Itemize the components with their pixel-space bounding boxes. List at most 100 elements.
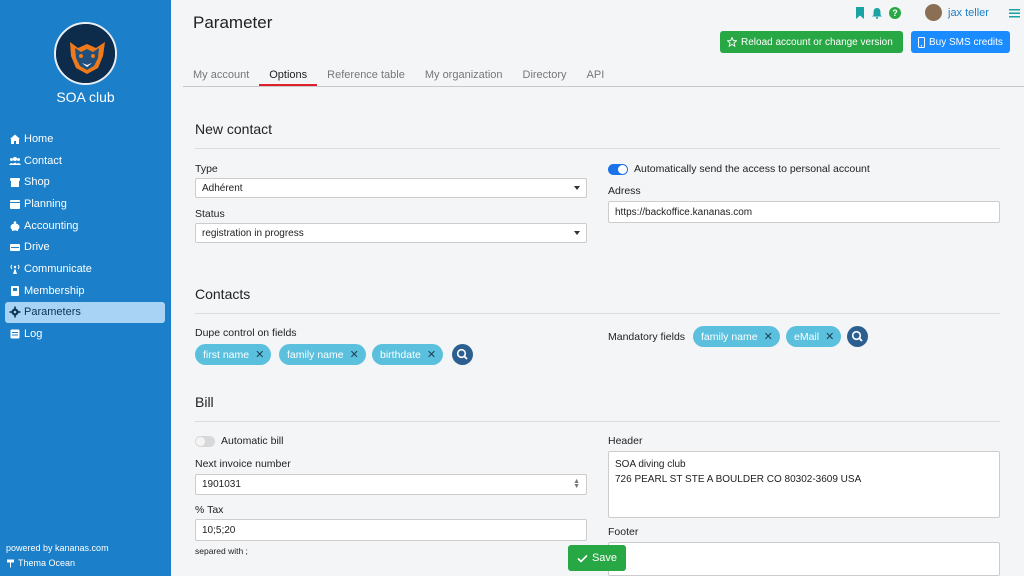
close-icon[interactable]: ✕ [255,348,264,361]
sidebar-item-contact[interactable]: Contact [5,150,165,172]
auto-send-label: Automatically send the access to persona… [634,163,870,175]
star-icon [727,37,737,47]
sidebar-item-label: Membership [24,284,85,297]
theme-selector[interactable]: Thema Ocean [6,558,75,568]
svg-text:?: ? [892,8,898,18]
status-select[interactable]: registration in progress [195,223,587,243]
sidebar-item-membership[interactable]: Membership [5,280,165,302]
mandatory-field-chip[interactable]: family name ✕ [693,326,780,347]
bell-icon[interactable] [871,7,883,19]
sidebar-item-label: Contact [24,154,62,167]
next-invoice-value: 1901031 [202,479,241,490]
dupe-search-button[interactable] [452,344,473,365]
page-title: Parameter [193,13,273,32]
avatar[interactable] [925,4,942,21]
divider [195,148,1000,149]
auto-send-toggle[interactable] [608,164,628,175]
sidebar-item-log[interactable]: Log [5,323,165,345]
sidebar-nav: Home Contact Shop Planning Accounting Dr… [5,128,165,345]
sidebar-item-label: Drive [24,241,50,254]
type-select-value: Adhérent [202,182,243,194]
type-select[interactable]: Adhérent [195,178,587,198]
broadcast-icon [10,264,20,274]
search-icon [851,330,863,342]
address-label: Adress [608,185,641,197]
tax-input-value: 10;5;20 [202,524,236,536]
help-icon[interactable]: ? [889,6,901,19]
user-name-link[interactable]: jax teller [948,7,989,19]
sidebar-item-label: Parameters [24,306,81,319]
tab-my-account[interactable]: My account [183,66,259,86]
header-line: SOA diving club [615,459,686,470]
paint-roller-icon [7,559,14,567]
close-icon[interactable]: ✕ [350,348,359,361]
close-icon[interactable]: ✕ [764,330,773,343]
footer-textarea[interactable] [608,542,1000,576]
next-invoice-input[interactable]: 1901031 ▲ ▼ [195,474,587,495]
close-icon[interactable]: ✕ [825,330,834,343]
chip-label: family name [701,330,758,343]
mandatory-field-chip[interactable]: eMail ✕ [786,326,842,347]
dupe-field-chip[interactable]: family name ✕ [279,344,366,365]
tab-directory[interactable]: Directory [513,66,577,86]
sidebar-item-label: Communicate [24,262,92,275]
close-icon[interactable]: ✕ [427,348,436,361]
sidebar-item-communicate[interactable]: Communicate [5,258,165,280]
save-button[interactable]: Save [568,545,626,571]
tax-label: % Tax [195,504,224,516]
piggy-bank-icon [10,220,20,231]
tax-hint: separed with ; [195,546,248,556]
save-label: Save [591,552,618,564]
gear-icon [9,306,21,318]
id-card-icon [11,285,19,296]
club-name: SOA club [56,89,115,105]
tab-my-organization[interactable]: My organization [415,66,513,86]
tax-input[interactable]: 10;5;20 [195,519,587,541]
buy-sms-label: Buy SMS credits [929,36,1003,48]
mobile-phone-icon [918,36,925,48]
address-input[interactable]: https://backoffice.kananas.com [608,201,1000,223]
buy-sms-button[interactable]: Buy SMS credits [911,31,1010,53]
toggle-knob [618,165,627,174]
home-icon [10,134,20,144]
header-textarea[interactable]: SOA diving club 726 PEARL ST STE A BOULD… [608,451,1000,518]
automatic-bill-toggle[interactable] [195,436,215,447]
log-icon [10,329,20,339]
dupe-field-chip[interactable]: birthdate ✕ [372,344,444,365]
tab-reference-table[interactable]: Reference table [317,66,415,86]
header-label: Header [608,435,643,447]
sidebar-item-shop[interactable]: Shop [5,171,165,193]
sidebar-item-label: Log [24,328,43,341]
address-input-value: https://backoffice.kananas.com [615,206,753,218]
tab-bar: My account Options Reference table My or… [183,66,1024,87]
tab-api[interactable]: API [577,66,615,86]
sidebar-item-drive[interactable]: Drive [5,236,165,258]
chip-label: eMail [794,330,820,343]
mandatory-search-button[interactable] [847,326,868,347]
section-title-contacts: Contacts [195,286,251,302]
section-title-new-contact: New contact [195,121,273,137]
sidebar-item-parameters[interactable]: Parameters [5,301,165,324]
sidebar-item-home[interactable]: Home [5,128,165,150]
powered-by-link[interactable]: powered by kananas.com [6,543,109,553]
sidebar-item-label: Home [24,132,54,145]
theme-label: Thema Ocean [18,558,76,568]
hamburger-menu-icon[interactable] [1008,8,1020,18]
header-line: 726 PEARL ST STE A BOULDER CO 80302-3609… [615,474,862,485]
calendar-icon [10,199,20,209]
mandatory-fields-label: Mandatory fields [608,331,686,343]
dupe-field-chip[interactable]: first name ✕ [195,344,272,365]
bear-logo-icon [56,24,115,83]
stepper-arrows-icon[interactable]: ▲ ▼ [573,478,580,490]
sidebar-item-planning[interactable]: Planning [5,193,165,215]
tab-options[interactable]: Options [259,66,318,86]
bookmark-icon[interactable] [855,6,865,19]
reload-account-button[interactable]: Reload account or change version [720,31,903,53]
footer-label: Footer [608,526,639,538]
sidebar-item-accounting[interactable]: Accounting [5,215,165,237]
reload-account-label: Reload account or change version [741,36,893,48]
search-icon [456,348,468,360]
status-label: Status [195,208,225,220]
club-logo [54,22,117,85]
sidebar-item-label: Accounting [24,219,79,232]
